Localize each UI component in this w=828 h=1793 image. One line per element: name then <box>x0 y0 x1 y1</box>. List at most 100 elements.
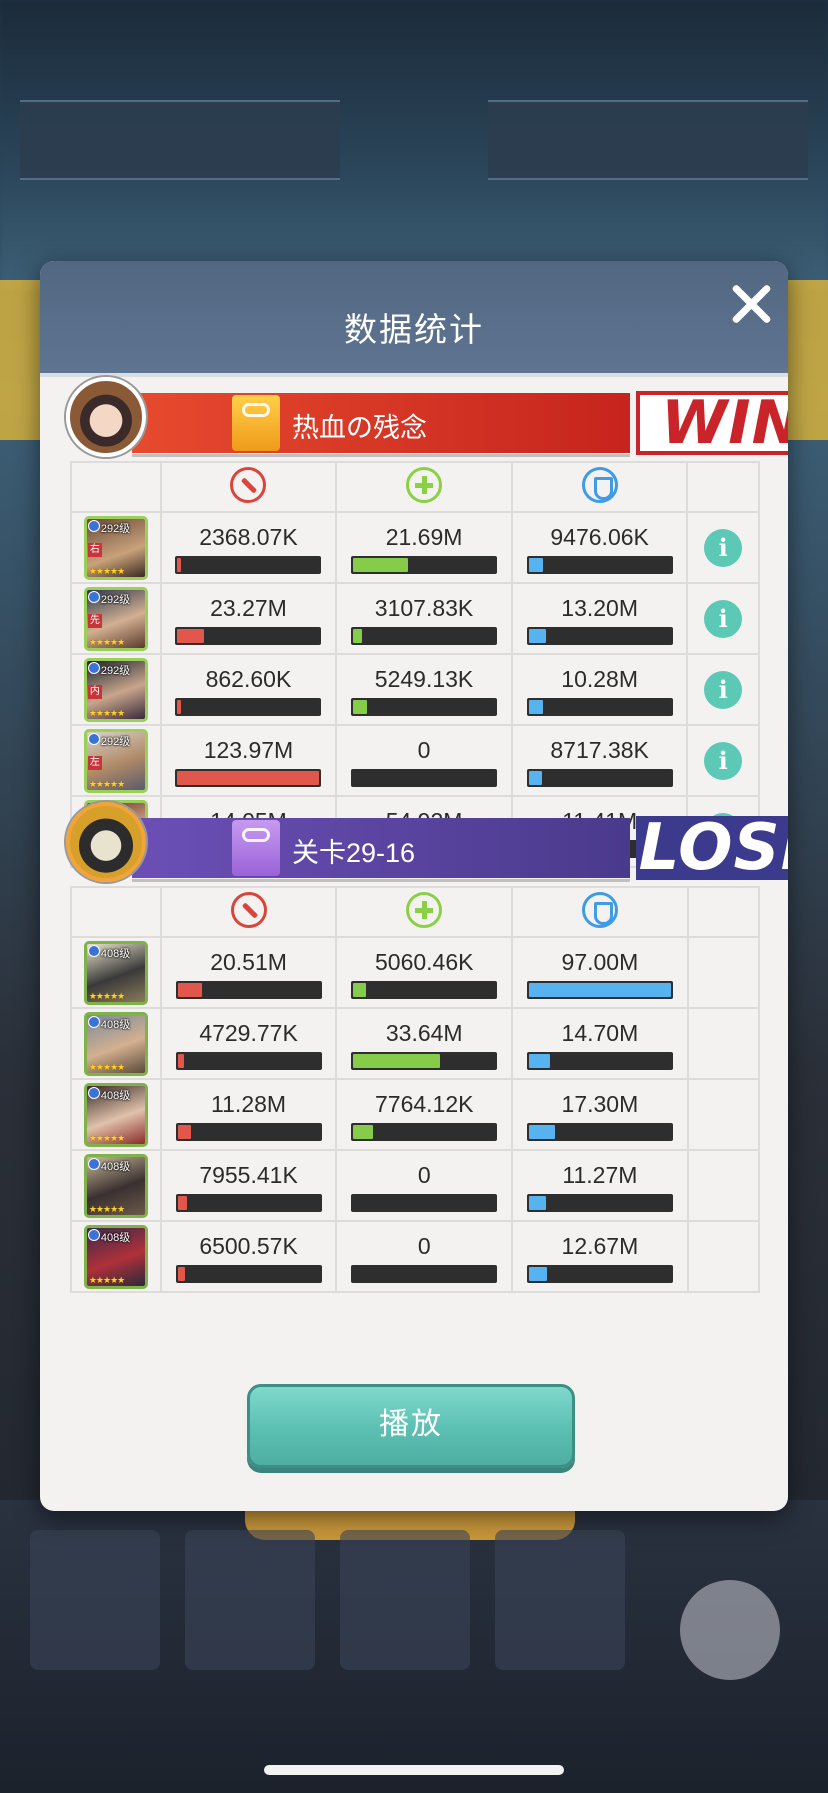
hero-position: 右 <box>87 542 102 557</box>
background-card <box>30 1530 160 1670</box>
hero-portrait[interactable]: 292级内 ★★★★★ <box>83 657 148 722</box>
heal-icon <box>406 466 443 503</box>
info-cell: i <box>686 653 760 726</box>
team-name: 关卡29-16 <box>292 838 416 868</box>
element-badge-icon <box>87 1228 100 1241</box>
element-badge-icon <box>87 519 100 532</box>
hero-level: 292级 <box>100 735 131 748</box>
hero-portrait[interactable]: 408级 ★★★★★ <box>83 1082 148 1147</box>
star-rating-icon: ★★★★★ <box>88 565 125 576</box>
stat-bar-fill <box>177 770 320 785</box>
stat-bar-fill <box>353 982 367 997</box>
hero-level: 292级 <box>100 522 131 535</box>
hero-stat-row: 408级 ★★★★★ 4729.77K 33.64M 14.70M <box>70 1007 761 1080</box>
result-badge-win: WIN <box>636 388 788 458</box>
hero-position: 左 <box>87 755 102 770</box>
stat-bar-damage <box>175 1264 322 1283</box>
stat-bar-damage <box>175 1193 322 1212</box>
info-cell <box>686 1220 761 1293</box>
info-cell: i <box>686 724 760 797</box>
stat-value-defense: 17.30M <box>561 1090 639 1117</box>
stat-cell-defense: 13.20M <box>510 582 689 655</box>
stat-header-row <box>70 886 761 938</box>
info-icon[interactable]: i <box>704 599 743 638</box>
stat-cell-heal: 0 <box>335 1149 514 1222</box>
star-rating-icon: ★★★★★ <box>88 990 125 1001</box>
stat-value-damage: 4729.77K <box>199 1019 298 1046</box>
hero-cell: 292级右 ★★★★★ <box>70 511 162 584</box>
hero-portrait[interactable]: 292级先 ★★★★★ <box>83 586 148 651</box>
stat-cell-damage: 123.97M <box>159 724 338 797</box>
defense-icon <box>581 466 618 503</box>
stat-cell-defense: 14.70M <box>511 1007 689 1080</box>
stat-bar-heal <box>351 555 498 574</box>
hero-level: 408级 <box>100 947 131 960</box>
hero-level: 408级 <box>100 1160 131 1173</box>
info-cell <box>686 1078 761 1151</box>
stat-bar-heal <box>351 980 498 999</box>
hero-portrait[interactable]: 292级右 ★★★★★ <box>83 515 148 580</box>
close-icon[interactable] <box>728 281 774 327</box>
stat-value-damage: 862.60K <box>205 665 292 692</box>
stat-bar-heal <box>351 1051 498 1070</box>
header-cell <box>335 461 513 513</box>
info-icon[interactable]: i <box>704 670 743 709</box>
stat-bar-fill <box>528 982 671 997</box>
hero-stat-row: 292级内 ★★★★★ 862.60K 5249.13K 10.28M i <box>70 653 760 726</box>
stat-value-heal: 0 <box>417 736 431 763</box>
stat-cell-defense: 8717.38K <box>510 724 689 797</box>
background-bar-right <box>488 100 808 180</box>
stat-bar-defense <box>526 1122 673 1141</box>
home-indicator[interactable] <box>264 1765 564 1775</box>
stat-bar-heal <box>351 1122 498 1141</box>
hero-cell: 408级 ★★★★★ <box>70 1149 162 1222</box>
hero-level: 408级 <box>100 1018 131 1031</box>
hero-level: 292级 <box>100 593 131 606</box>
stat-value-heal: 0 <box>417 1161 431 1188</box>
hero-stat-row: 292级右 ★★★★★ 2368.07K 21.69M 9476.06K i <box>70 511 760 584</box>
info-cell <box>686 1149 761 1222</box>
hero-stat-row: 408级 ★★★★★ 7955.41K 0 11.27M <box>70 1149 761 1222</box>
team-bar: 热血の残念 <box>132 393 630 457</box>
stat-cell-heal: 0 <box>335 1220 514 1293</box>
header-cell <box>335 886 514 938</box>
stat-value-damage: 11.28M <box>211 1090 287 1117</box>
defense-icon <box>581 891 618 928</box>
stat-bar-fill <box>528 699 543 714</box>
play-button[interactable]: 播放 <box>247 1384 575 1468</box>
result-badge-lose: LOSE <box>636 811 788 885</box>
info-cell <box>686 936 761 1009</box>
team-flag-icon <box>232 820 280 876</box>
hero-portrait[interactable]: 408级 ★★★★★ <box>83 940 148 1005</box>
stat-bar-fill <box>177 1053 184 1068</box>
star-rating-icon: ★★★★★ <box>88 636 125 647</box>
hero-cell: 292级左 ★★★★★ <box>70 724 162 797</box>
ally-stats-table: 292级右 ★★★★★ 2368.07K 21.69M 9476.06K i 292级先 ★★… <box>70 461 760 868</box>
stat-cell-damage: 7955.41K <box>159 1149 338 1222</box>
hero-portrait[interactable]: 292级左 ★★★★★ <box>83 728 148 793</box>
stat-cell-damage: 6500.57K <box>159 1220 338 1293</box>
stat-bar-fill <box>353 699 368 714</box>
stat-bar-fill <box>177 628 205 643</box>
stat-cell-defense: 97.00M <box>511 936 689 1009</box>
stat-value-defense: 11.27M <box>562 1161 638 1188</box>
stat-cell-heal: 33.64M <box>335 1007 514 1080</box>
info-icon[interactable]: i <box>704 528 743 567</box>
stat-bar-defense <box>526 626 673 645</box>
stat-value-heal: 3107.83K <box>374 594 474 621</box>
stat-cell-heal: 5249.13K <box>335 653 513 726</box>
star-rating-icon: ★★★★★ <box>88 707 125 718</box>
info-cell <box>686 1007 761 1080</box>
stat-cell-damage: 11.28M <box>159 1078 338 1151</box>
info-icon[interactable]: i <box>704 741 743 780</box>
hero-portrait[interactable]: 408级 ★★★★★ <box>83 1224 148 1289</box>
hero-portrait[interactable]: 408级 ★★★★★ <box>83 1011 148 1076</box>
header-cell <box>510 461 689 513</box>
hero-portrait[interactable]: 408级 ★★★★★ <box>83 1153 148 1218</box>
stat-cell-heal: 3107.83K <box>335 582 513 655</box>
stat-bar-fill <box>528 557 543 572</box>
stat-bar-damage <box>175 768 322 787</box>
stat-bar-damage <box>175 555 322 574</box>
stat-value-defense: 13.20M <box>561 594 638 621</box>
modal-header: 数据统计 <box>40 261 788 377</box>
